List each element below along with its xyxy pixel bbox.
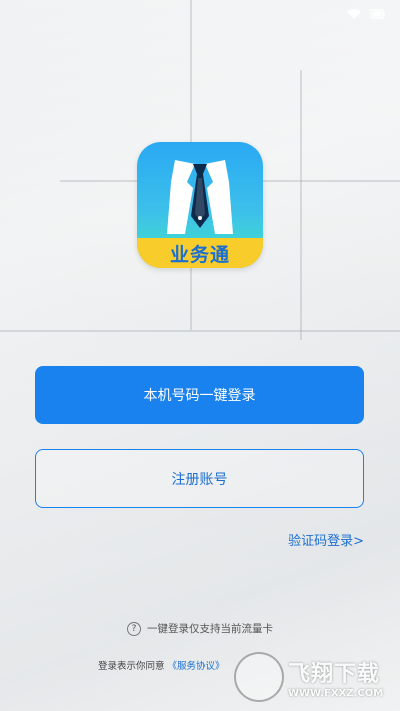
status-bar <box>0 0 400 28</box>
login-tip: ? 一键登录仅支持当前流量卡 <box>0 621 400 636</box>
help-icon[interactable]: ? <box>127 621 141 636</box>
suit-tie-icon <box>167 160 233 234</box>
background-photo <box>0 0 400 711</box>
background-pillar <box>300 70 302 340</box>
sms-login-link[interactable]: 验证码登录> <box>288 530 364 549</box>
agreement-prefix: 登录表示你同意 <box>98 661 165 672</box>
register-label: 注册账号 <box>171 471 228 488</box>
service-agreement-link[interactable]: 《服务协议》 <box>168 661 225 672</box>
watermark-logo-icon <box>234 652 284 702</box>
wifi-icon <box>347 9 361 19</box>
watermark-url: WWW.FXXZ.COM <box>288 687 384 699</box>
register-button[interactable]: 注册账号 <box>35 449 364 508</box>
watermark-title: 飞翔下载 <box>288 661 381 687</box>
logo-text: 业务通 <box>169 243 230 266</box>
battery-icon <box>370 9 385 19</box>
one-click-login-button[interactable]: 本机号码一键登录 <box>35 366 364 424</box>
background-beam <box>0 330 400 332</box>
logo-band: 业务通 <box>137 238 263 268</box>
agreement-text: 登录表示你同意 《服务协议》 <box>98 658 225 672</box>
app-logo: 业务通 <box>137 142 263 268</box>
one-click-login-label: 本机号码一键登录 <box>143 388 256 404</box>
login-tip-text: 一键登录仅支持当前流量卡 <box>147 623 273 635</box>
watermark: 飞翔下载 WWW.FXXZ.COM <box>234 650 394 704</box>
